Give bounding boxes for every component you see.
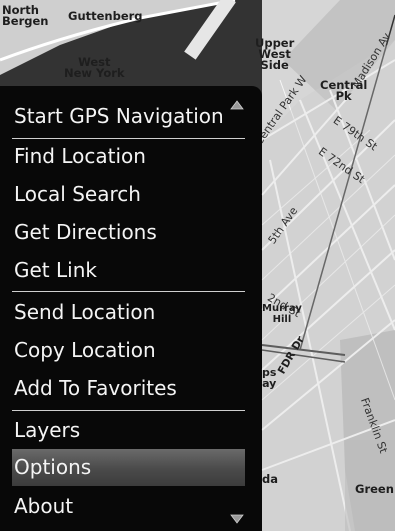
map-label-north-bergen: North Bergen xyxy=(2,3,49,28)
blackberry-maps-screen: North Bergen Guttenberg West New York Uppe… xyxy=(0,0,395,531)
map-label-guttenberg: Guttenberg xyxy=(68,9,143,23)
menu-item-find-location[interactable]: Find Location xyxy=(0,138,262,176)
menu-item-label: Options xyxy=(14,455,92,479)
menu-item-add-to-favorites[interactable]: Add To Favorites xyxy=(0,370,262,408)
map-label-murray-hill: Murray Hill xyxy=(262,303,302,325)
map-label-west-new-york: West New York xyxy=(64,55,125,80)
menu-item-local-search[interactable]: Local Search xyxy=(0,176,262,214)
menu-item-layers[interactable]: Layers xyxy=(0,412,262,450)
menu-divider xyxy=(12,291,245,292)
context-menu: Start GPS Navigation Find Location Local… xyxy=(0,86,262,531)
menu-divider xyxy=(12,410,245,411)
menu-item-get-link[interactable]: Get Link xyxy=(0,252,262,290)
menu-item-get-directions[interactable]: Get Directions xyxy=(0,214,262,252)
menu-item-copy-location[interactable]: Copy Location xyxy=(0,332,262,370)
menu-item-label: Start GPS Navigation xyxy=(14,104,224,128)
menu-item-start-gps-navigation[interactable]: Start GPS Navigation xyxy=(0,98,262,136)
menu-item-label: About xyxy=(14,494,74,518)
menu-item-label: Get Link xyxy=(14,258,97,282)
menu-item-label: Send Location xyxy=(14,300,156,324)
menu-item-label: Find Location xyxy=(14,144,146,168)
menu-item-options[interactable]: Options xyxy=(0,449,262,487)
menu-item-label: Layers xyxy=(14,418,81,442)
map-label-upper-west-side: Upper West Side xyxy=(255,36,295,72)
menu-item-label: Copy Location xyxy=(14,338,156,362)
menu-item-about[interactable]: About xyxy=(0,488,262,526)
menu-item-send-location[interactable]: Send Location xyxy=(0,294,262,332)
menu-item-label: Get Directions xyxy=(14,220,157,244)
map-label-kips-bay: ps ay xyxy=(262,366,277,390)
triangle-down-icon[interactable] xyxy=(230,514,244,524)
map-label-green: Green xyxy=(355,482,394,496)
menu-item-label: Local Search xyxy=(14,182,141,206)
menu-item-label: Add To Favorites xyxy=(14,376,177,400)
map-label-da: da xyxy=(262,472,278,486)
